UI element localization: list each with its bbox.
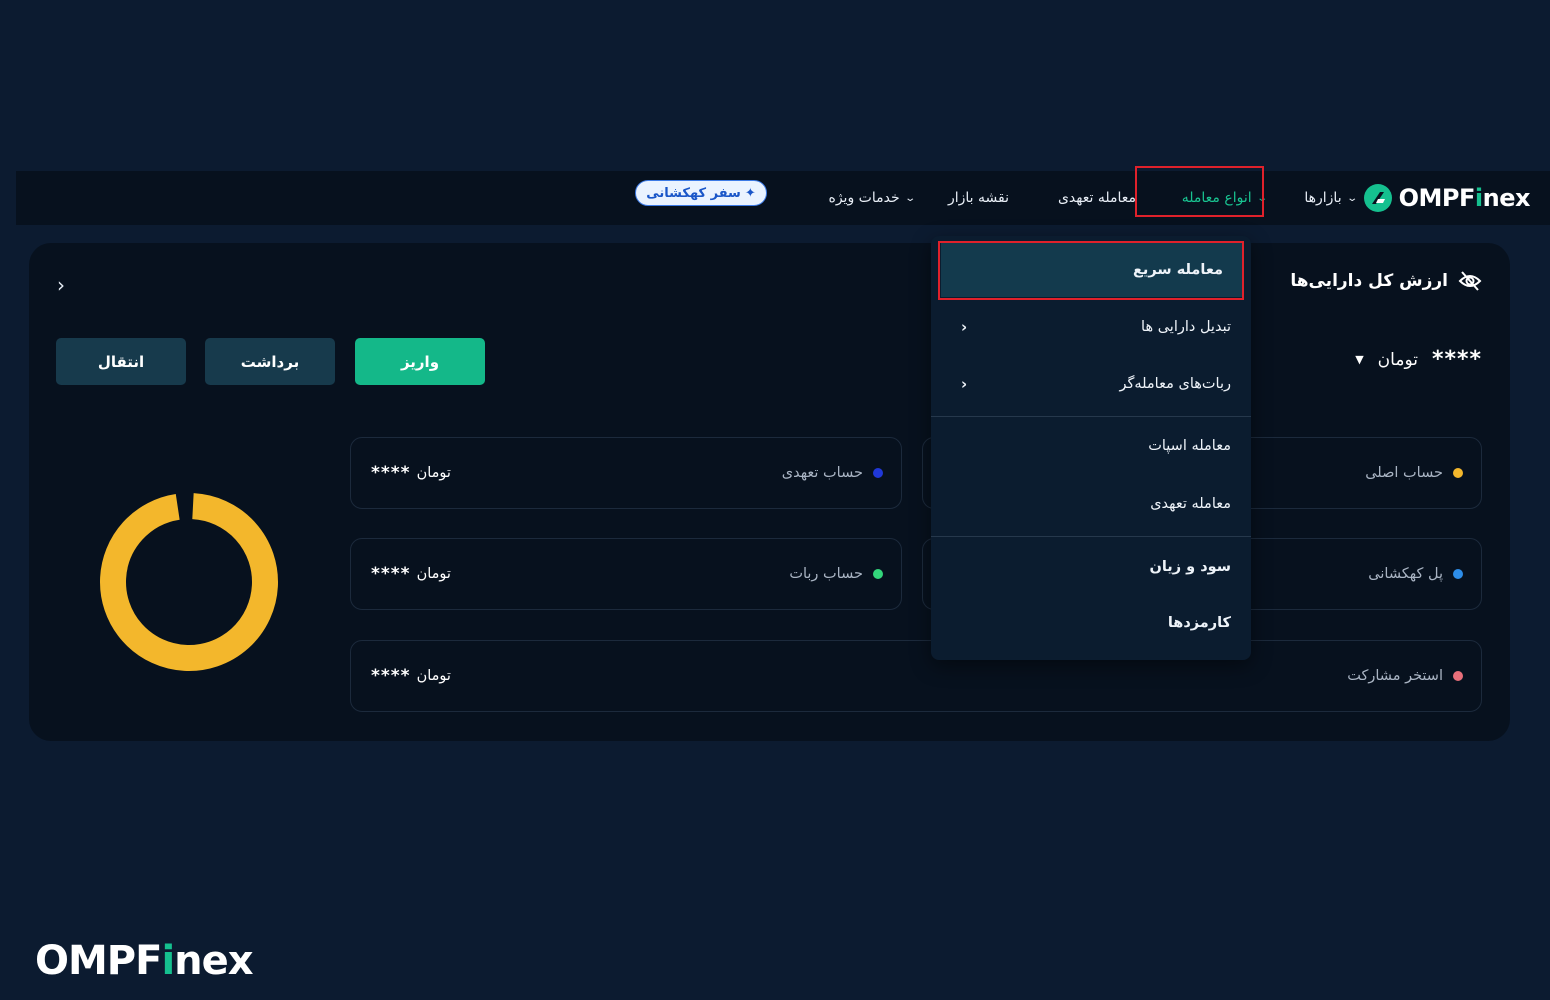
card-title: ارزش کل دارایی‌ها xyxy=(1290,271,1482,291)
withdraw-button[interactable]: برداشت xyxy=(205,338,335,385)
menu-item-label: سود و زیان xyxy=(1149,559,1231,575)
nav-futures[interactable]: معامله تعهدی xyxy=(1058,171,1136,225)
menu-item-label: معامله اسپات xyxy=(1148,438,1231,454)
account-dot xyxy=(1453,468,1463,478)
nav-market-map[interactable]: نقشه بازار xyxy=(948,171,1009,225)
chevron-right-icon: › xyxy=(961,318,968,336)
total-assets-card: › ارزش کل دارایی‌ها **** تومان ▼ واریز ب… xyxy=(29,243,1510,741)
menu-item-label: کارمزدها xyxy=(1167,615,1231,631)
asset-donut-chart xyxy=(100,493,278,671)
chevron-down-icon: ⌄ xyxy=(1345,192,1358,204)
menu-item-pnl[interactable]: سود و زیان xyxy=(931,539,1251,595)
balance-masked: **** xyxy=(1431,347,1482,372)
eye-off-icon[interactable] xyxy=(1458,271,1482,291)
nav-market-map-label: نقشه بازار xyxy=(948,190,1009,206)
account-value: تومان **** xyxy=(371,463,451,483)
deposit-button[interactable]: واریز xyxy=(355,338,485,385)
account-dot xyxy=(873,569,883,579)
menu-divider xyxy=(931,416,1251,417)
menu-item-fees[interactable]: کارمزدها xyxy=(931,595,1251,651)
account-label: پل کهکشانی xyxy=(1368,539,1463,609)
sparkle-star-icon: ✦ xyxy=(744,185,756,201)
menu-item-label: معامله سریع xyxy=(1133,262,1223,278)
nav-markets-label: بازارها xyxy=(1304,190,1342,206)
chevron-down-icon: ⌄ xyxy=(903,192,916,204)
account-label: حساب ربات xyxy=(789,539,883,609)
nav-markets[interactable]: بازارها ⌄ xyxy=(1304,171,1358,225)
nav-trade-types-label: انواع معامله xyxy=(1181,190,1252,206)
nav-futures-label: معامله تعهدی xyxy=(1057,190,1136,206)
account-row-bot: حساب ربات تومان **** xyxy=(350,538,902,610)
brand-name: OMPFinex xyxy=(1398,184,1531,212)
account-value: تومان **** xyxy=(371,564,451,584)
chevron-right-icon[interactable]: › xyxy=(57,273,65,297)
brand-logo[interactable]: OMPFinex xyxy=(1363,179,1531,217)
menu-item-label: معامله تعهدی xyxy=(1150,496,1231,512)
nav-special-services[interactable]: خدمات ویژه ⌄ xyxy=(828,171,916,225)
menu-item-label: ربات‌های معامله‌گر xyxy=(1119,376,1231,392)
chevron-down-icon: ⌄ xyxy=(1255,192,1268,204)
top-navbar: OMPFinex بازارها ⌄ انواع معامله ⌄ معامله… xyxy=(16,166,1550,225)
nav-special-services-label: خدمات ویژه xyxy=(828,190,900,206)
galaxy-trip-button[interactable]: سفر کهکشانی ✦ xyxy=(635,180,767,206)
total-balance: **** تومان ▼ xyxy=(1355,347,1482,372)
transfer-button[interactable]: انتقال xyxy=(56,338,186,385)
footer-brand-logo: OMPFinex xyxy=(35,938,254,984)
menu-item-futures-trade[interactable]: معامله تعهدی xyxy=(931,476,1251,532)
account-label: حساب اصلی xyxy=(1365,438,1463,508)
chevron-right-icon: › xyxy=(961,375,968,393)
account-value: تومان **** xyxy=(371,666,451,686)
account-label: استخر مشارکت xyxy=(1347,641,1463,711)
caret-down-icon[interactable]: ▼ xyxy=(1355,353,1363,366)
account-label: حساب تعهدی xyxy=(782,438,883,508)
trade-types-dropdown: معامله سریع › تبدیل دارایی ها › ربات‌های… xyxy=(931,236,1251,660)
account-dot xyxy=(873,468,883,478)
account-dot xyxy=(1453,569,1463,579)
galaxy-trip-label: سفر کهکشانی xyxy=(646,185,741,201)
account-row-futures: حساب تعهدی تومان **** xyxy=(350,437,902,509)
menu-item-trading-bots[interactable]: › ربات‌های معامله‌گر xyxy=(931,356,1251,412)
account-dot xyxy=(1453,671,1463,681)
menu-item-convert-assets[interactable]: › تبدیل دارایی ها xyxy=(931,299,1251,355)
logo-icon xyxy=(1363,184,1392,212)
currency-selector-label[interactable]: تومان xyxy=(1378,350,1418,370)
menu-item-label: تبدیل دارایی ها xyxy=(1141,319,1231,335)
menu-divider xyxy=(931,536,1251,537)
account-row-pool: استخر مشارکت تومان **** xyxy=(350,640,1482,712)
menu-item-quick-trade[interactable]: معامله سریع xyxy=(941,243,1243,297)
card-title-text: ارزش کل دارایی‌ها xyxy=(1290,271,1448,291)
nav-trade-types[interactable]: انواع معامله ⌄ xyxy=(1181,171,1268,225)
donut-segment-main xyxy=(100,493,278,671)
menu-item-spot-trade[interactable]: معامله اسپات xyxy=(931,418,1251,474)
